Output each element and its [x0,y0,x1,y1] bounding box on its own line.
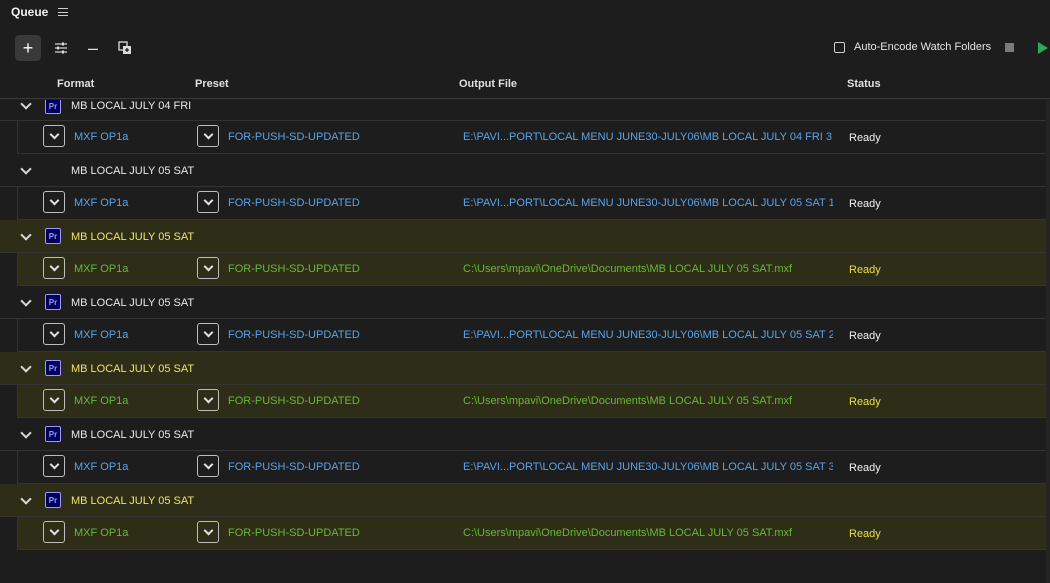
premiere-pro-icon: Pr [45,294,61,310]
status-text: Ready [849,528,881,540]
encode-row-0[interactable]: MXF OP1a FOR-PUSH-SD-UPDATED E:\PAVI...P… [17,121,1050,154]
add-source-button[interactable]: + [15,35,41,61]
format-link[interactable]: MXF OP1a [74,131,128,143]
group-name: MB LOCAL JULY 05 SAT [71,429,195,441]
chevron-down-icon[interactable] [20,427,32,439]
preset-link[interactable]: FOR-PUSH-SD-UPDATED [228,395,360,407]
queue-group-6[interactable]: Pr MB LOCAL JULY 05 SAT [0,484,1050,517]
output-file-link[interactable]: E:\PAVI...PORT\LOCAL MENU JUNE30-JULY06\… [463,131,833,143]
column-format[interactable]: Format [57,78,94,90]
scrollbar[interactable] [1046,100,1050,583]
panel-header: Queue [0,0,1050,24]
format-dropdown[interactable] [43,257,65,279]
preset-link[interactable]: FOR-PUSH-SD-UPDATED [228,461,360,473]
preset-dropdown[interactable] [197,389,219,411]
format-dropdown[interactable] [43,323,65,345]
column-output[interactable]: Output File [459,78,517,90]
output-file-link[interactable]: E:\PAVI...PORT\LOCAL MENU JUNE30-JULY06\… [463,197,833,209]
group-name: MB LOCAL JULY 05 SAT [71,363,195,375]
encode-row-3[interactable]: MXF OP1a FOR-PUSH-SD-UPDATED E:\PAVI...P… [17,319,1050,352]
output-file-link[interactable]: C:\Users\mpavi\OneDrive\Documents\MB LOC… [463,527,833,539]
preset-link[interactable]: FOR-PUSH-SD-UPDATED [228,131,360,143]
output-file-link[interactable]: E:\PAVI...PORT\LOCAL MENU JUNE30-JULY06\… [463,329,833,341]
panel-title: Queue [11,5,49,19]
output-file-link[interactable]: E:\PAVI...PORT\LOCAL MENU JUNE30-JULY06\… [463,461,833,473]
format-dropdown[interactable] [43,455,65,477]
queue-group-2[interactable]: Pr MB LOCAL JULY 05 SAT [0,220,1050,253]
queue-group-4[interactable]: Pr MB LOCAL JULY 05 SAT [0,352,1050,385]
preset-link[interactable]: FOR-PUSH-SD-UPDATED [228,329,360,341]
chevron-down-icon[interactable] [20,163,32,175]
queue-group-3[interactable]: Pr MB LOCAL JULY 05 SAT [0,286,1050,319]
chevron-down-icon[interactable] [20,493,32,505]
output-file-link[interactable]: C:\Users\mpavi\OneDrive\Documents\MB LOC… [463,395,833,407]
preset-dropdown[interactable] [197,257,219,279]
minus-icon: – [87,37,98,58]
queue-group-5[interactable]: Pr MB LOCAL JULY 05 SAT [0,418,1050,451]
premiere-pro-icon: Pr [45,228,61,244]
duplicate-icon[interactable] [112,35,138,61]
group-name: MB LOCAL JULY 05 SAT [71,297,195,309]
format-dropdown[interactable] [43,521,65,543]
format-link[interactable]: MXF OP1a [74,197,128,209]
group-name: MB LOCAL JULY 04 FRI [71,100,192,112]
preset-link[interactable]: FOR-PUSH-SD-UPDATED [228,263,360,275]
stop-icon[interactable] [1005,43,1014,52]
status-text: Ready [849,132,881,144]
status-text: Ready [849,198,881,210]
format-link[interactable]: MXF OP1a [74,461,128,473]
column-status[interactable]: Status [847,78,881,90]
format-link[interactable]: MXF OP1a [74,527,128,539]
status-text: Ready [849,264,881,276]
queue-group-0[interactable]: Pr MB LOCAL JULY 04 FRI [0,100,1050,121]
premiere-pro-icon: Pr [45,360,61,376]
encode-row-2[interactable]: MXF OP1a FOR-PUSH-SD-UPDATED C:\Users\mp… [17,253,1050,286]
encode-row-5[interactable]: MXF OP1a FOR-PUSH-SD-UPDATED E:\PAVI...P… [17,451,1050,484]
format-link[interactable]: MXF OP1a [74,329,128,341]
queue-group-1[interactable]: MB LOCAL JULY 05 SAT [0,154,1050,187]
queue-list: Pr MB LOCAL JULY 04 FRI MXF OP1a FOR-PUS… [0,100,1050,583]
output-file-link[interactable]: C:\Users\mpavi\OneDrive\Documents\MB LOC… [463,263,833,275]
auto-encode-checkbox[interactable] [834,41,845,53]
preset-link[interactable]: FOR-PUSH-SD-UPDATED [228,527,360,539]
group-name: MB LOCAL JULY 05 SAT [71,165,195,177]
column-header-row: Format Preset Output File Status [0,71,1050,99]
format-dropdown[interactable] [43,125,65,147]
plus-icon: + [22,38,34,58]
column-preset[interactable]: Preset [195,78,229,90]
encode-row-1[interactable]: MXF OP1a FOR-PUSH-SD-UPDATED E:\PAVI...P… [17,187,1050,220]
preset-dropdown[interactable] [197,455,219,477]
format-link[interactable]: MXF OP1a [74,395,128,407]
status-text: Ready [849,462,881,474]
queue-toolbar: + – Auto-Encode Watch Folders [0,34,1050,62]
remove-button[interactable]: – [80,35,106,61]
preset-link[interactable]: FOR-PUSH-SD-UPDATED [228,197,360,209]
premiere-pro-icon: Pr [45,426,61,442]
preset-dropdown[interactable] [197,125,219,147]
format-link[interactable]: MXF OP1a [74,263,128,275]
group-name: MB LOCAL JULY 05 SAT [71,231,195,243]
preset-dropdown[interactable] [197,521,219,543]
settings-sliders-icon[interactable] [48,35,74,61]
chevron-down-icon[interactable] [20,229,32,241]
status-text: Ready [849,396,881,408]
chevron-down-icon[interactable] [20,361,32,373]
group-name: MB LOCAL JULY 05 SAT [71,495,195,507]
encode-row-4[interactable]: MXF OP1a FOR-PUSH-SD-UPDATED C:\Users\mp… [17,385,1050,418]
auto-encode-label: Auto-Encode Watch Folders [854,41,992,53]
format-dropdown[interactable] [43,191,65,213]
hamburger-icon[interactable] [58,8,69,16]
preset-dropdown[interactable] [197,323,219,345]
chevron-down-icon[interactable] [20,100,32,110]
chevron-down-icon[interactable] [20,295,32,307]
status-text: Ready [849,330,881,342]
preset-dropdown[interactable] [197,191,219,213]
premiere-pro-icon: Pr [45,492,61,508]
play-icon[interactable] [1038,42,1048,54]
auto-encode-toggle[interactable]: Auto-Encode Watch Folders [834,41,991,53]
premiere-pro-icon: Pr [45,100,61,114]
format-dropdown[interactable] [43,389,65,411]
encode-row-6[interactable]: MXF OP1a FOR-PUSH-SD-UPDATED C:\Users\mp… [17,517,1050,550]
